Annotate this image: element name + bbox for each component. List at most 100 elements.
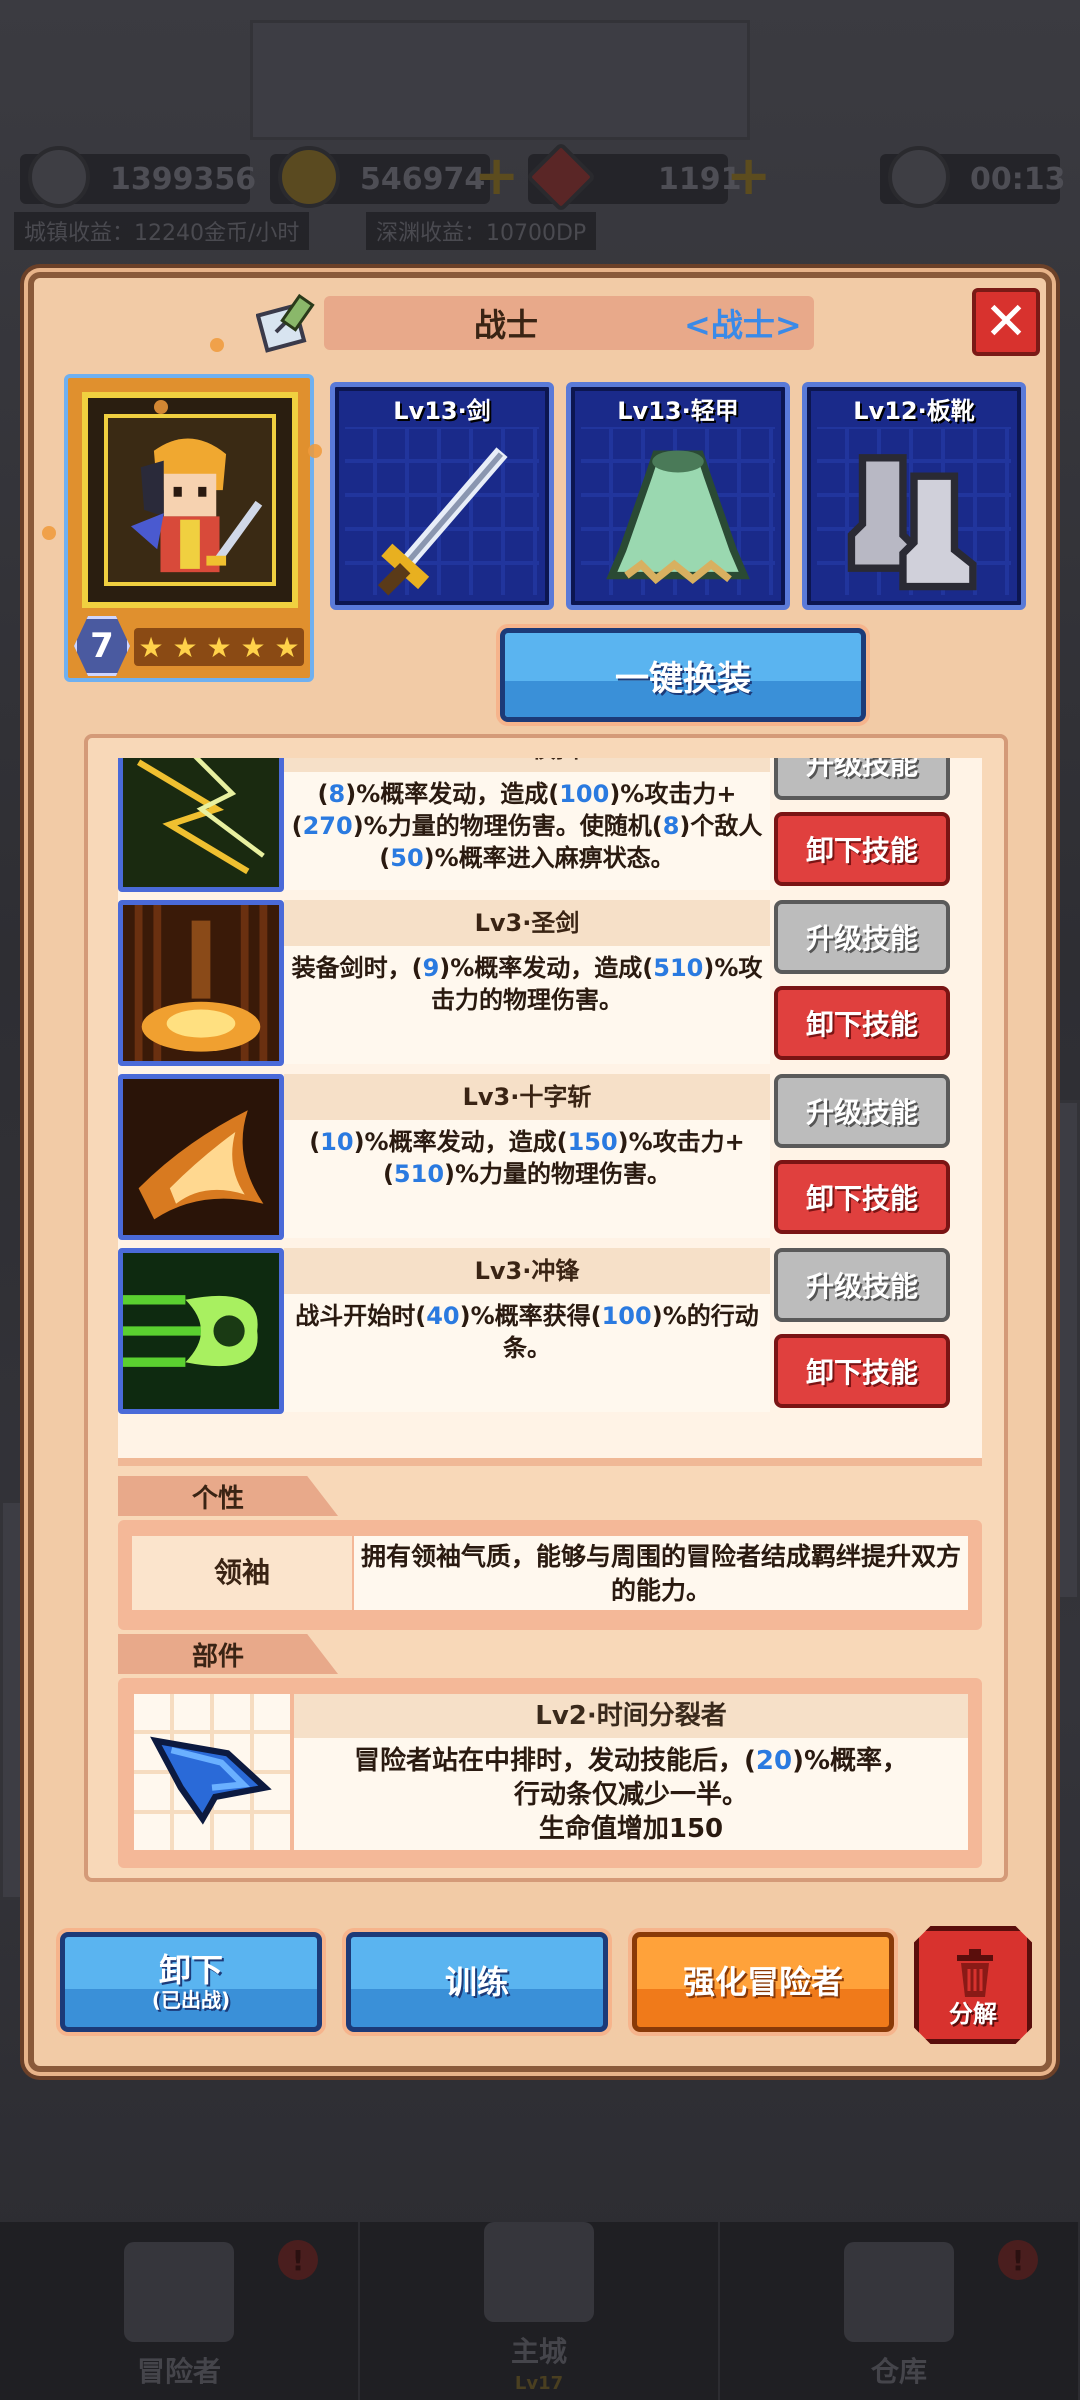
- equip-slot-armor[interactable]: Lv13·轻甲: [566, 382, 790, 610]
- gold-plus-icon[interactable]: +: [474, 144, 519, 207]
- upgrade-skill-button[interactable]: 升级技能: [774, 758, 950, 800]
- skill-name: Lv3·圣剑: [284, 900, 770, 946]
- part-info: Lv2·时间分裂者 冒险者站在中排时，发动技能后，(20)%概率， 行动条仅减少…: [294, 1694, 968, 1850]
- close-button[interactable]: ✕: [972, 288, 1040, 356]
- star-icon: ★: [206, 630, 232, 664]
- clock-icon: [888, 146, 950, 208]
- skill-name: Lv3·横扫: [284, 758, 770, 772]
- unload-skill-button[interactable]: 卸下技能: [774, 1334, 950, 1408]
- hero-class: <战士>: [684, 306, 802, 344]
- trait-section-tab: 个性: [118, 1476, 338, 1516]
- upgrade-skill-button[interactable]: 升级技能: [774, 900, 950, 974]
- hero-level-badge: 7: [74, 616, 130, 676]
- skill-row: Lv3·横扫 (8)%概率发动，造成(100)%攻击力+(270)%力量的物理伤…: [118, 758, 982, 894]
- background-building: [250, 20, 750, 140]
- hero-portrait-inner: [104, 414, 276, 586]
- abyss-income: 深渊收益：10700DP: [366, 212, 597, 250]
- skills-panel: Lv3·横扫 (8)%概率发动，造成(100)%攻击力+(270)%力量的物理伤…: [84, 734, 1008, 1882]
- cross-slash-skill-icon: [118, 1074, 284, 1240]
- holy-sword-skill-art: [123, 905, 279, 1061]
- castle-icon: [484, 2222, 594, 2322]
- deployed-status: (已出战): [151, 1988, 231, 2012]
- title-bar: 战士 <战士>: [324, 296, 814, 350]
- nav-label: 主城: [510, 2335, 567, 2368]
- skill-name: Lv3·冲锋: [284, 1248, 770, 1294]
- hero-detail-dialog: 战士 <战士> ✕ 7 ★ ★ ★ ★ ★ Lv13·剑 Lv13·轻甲 Lv1…: [28, 272, 1052, 2072]
- holy-sword-skill-icon: [118, 900, 284, 1066]
- skill-description: (8)%概率发动，造成(100)%攻击力+(270)%力量的物理伤害。使随机(8…: [291, 780, 763, 872]
- skill-info: Lv3·十字斩 (10)%概率发动，造成(150)%攻击力+(510)%力量的物…: [284, 1074, 770, 1238]
- trait-name: 领袖: [132, 1536, 352, 1610]
- time-splitter-icon: [150, 1736, 272, 1825]
- train-label: 训练: [444, 1963, 509, 2001]
- city-level: Lv17: [514, 2373, 564, 2394]
- adventurer-helmet-icon: [124, 2242, 234, 2342]
- skills-list-border: [118, 1458, 982, 1466]
- skill-name: Lv3·十字斩: [284, 1074, 770, 1120]
- nav-label: 冒险者: [136, 2355, 221, 2388]
- close-icon: ✕: [984, 292, 1028, 352]
- gem-resource: 1191: [525, 141, 742, 213]
- unload-skill-button[interactable]: 卸下技能: [774, 1160, 950, 1234]
- power-icon: [28, 146, 90, 208]
- gold-resource: 546974: [270, 146, 490, 208]
- gem-icon: [525, 141, 597, 213]
- part-name: Lv2·时间分裂者: [294, 1694, 968, 1738]
- trait-description: 拥有领袖气质，能够与周围的冒险者结成羁绊提升双方的能力。: [354, 1536, 968, 1610]
- unload-label: 卸下: [158, 1951, 223, 1989]
- equip-slot-weapon[interactable]: Lv13·剑: [330, 382, 554, 610]
- plate-boots-icon: [847, 454, 977, 591]
- gold-coin-icon: [278, 146, 340, 208]
- skills-list[interactable]: Lv3·横扫 (8)%概率发动，造成(100)%攻击力+(270)%力量的物理伤…: [118, 758, 982, 1458]
- one-key-equip-button[interactable]: 一键换装: [500, 628, 866, 722]
- gold-value: 546974: [360, 161, 486, 197]
- upgrade-skill-button[interactable]: 升级技能: [774, 1074, 950, 1148]
- trait-section: 领袖 拥有领袖气质，能够与周围的冒险者结成羁绊提升双方的能力。: [118, 1520, 982, 1630]
- skill-row: Lv3·圣剑 装备剑时，(9)%概率发动，造成(510)%攻击力的物理伤害。 升…: [118, 896, 982, 1068]
- timer-value: 00:13: [970, 161, 1066, 197]
- sparkle-effect: [308, 444, 322, 458]
- nav-main-city[interactable]: 主城 Lv17: [360, 2222, 720, 2400]
- skill-row: Lv3·十字斩 (10)%概率发动，造成(150)%攻击力+(510)%力量的物…: [118, 1070, 982, 1242]
- notification-badge: !: [998, 2240, 1038, 2280]
- sparkle-effect: [154, 400, 168, 414]
- unload-skill-button[interactable]: 卸下技能: [774, 986, 950, 1060]
- hero-portrait-frame: [82, 392, 298, 608]
- town-income: 城镇收益：12240金币/小时: [14, 212, 310, 250]
- nav-adventurers[interactable]: ! 冒险者: [0, 2222, 360, 2400]
- charge-skill-icon: [118, 1248, 284, 1414]
- sword-icon: [377, 447, 508, 596]
- sparkle-effect: [210, 338, 224, 352]
- charge-skill-art: [123, 1253, 279, 1409]
- warehouse-icon: [844, 2242, 954, 2342]
- skill-info: Lv3·冲锋 战斗开始时(40)%概率获得(100)%的行动条。: [284, 1248, 770, 1412]
- unload-skill-button[interactable]: 卸下技能: [774, 812, 950, 886]
- star-icon: ★: [172, 630, 198, 664]
- star-icon: ★: [240, 630, 266, 664]
- power-value: 1399356: [110, 161, 257, 197]
- skill-info: Lv3·圣剑 装备剑时，(9)%概率发动，造成(510)%攻击力的物理伤害。: [284, 900, 770, 1064]
- gem-plus-icon[interactable]: +: [726, 144, 771, 207]
- skill-description: 装备剑时，(9)%概率发动，造成(510)%攻击力的物理伤害。: [291, 954, 763, 1014]
- timer: 00:13: [880, 146, 1066, 208]
- part-description: 冒险者站在中排时，发动技能后，(20)%概率， 行动条仅减少一半。 生命值增加1…: [353, 1746, 908, 1844]
- nav-warehouse[interactable]: ! 仓库: [720, 2222, 1080, 2400]
- power-resource: 1399356: [20, 146, 256, 208]
- train-button[interactable]: 训练: [346, 1932, 608, 2032]
- star-icon: ★: [274, 630, 300, 664]
- light-armor-icon: [606, 450, 750, 585]
- upgrade-skill-button[interactable]: 升级技能: [774, 1248, 950, 1322]
- decompose-label: 分解: [949, 2000, 997, 2028]
- decompose-button[interactable]: 分解: [914, 1926, 1032, 2044]
- bottom-navigation: ! 冒险者 主城 Lv17 ! 仓库: [0, 2222, 1080, 2400]
- part-section-tab: 部件: [118, 1634, 338, 1674]
- top-hud: 1399356 546974 + 1191 + 00:13 城镇收益：12240…: [0, 130, 1080, 250]
- unload-hero-button[interactable]: 卸下 (已出战): [60, 1932, 322, 2032]
- equip-slot-boots[interactable]: Lv12·板靴: [802, 382, 1026, 610]
- sparkle-effect: [42, 526, 56, 540]
- enhance-hero-button[interactable]: 强化冒险者: [632, 1932, 894, 2032]
- cross-slash-skill-art: [123, 1079, 279, 1235]
- hero-name: 战士: [474, 306, 539, 344]
- hero-portrait-card[interactable]: 7 ★ ★ ★ ★ ★: [64, 374, 314, 682]
- star-icon: ★: [138, 630, 164, 664]
